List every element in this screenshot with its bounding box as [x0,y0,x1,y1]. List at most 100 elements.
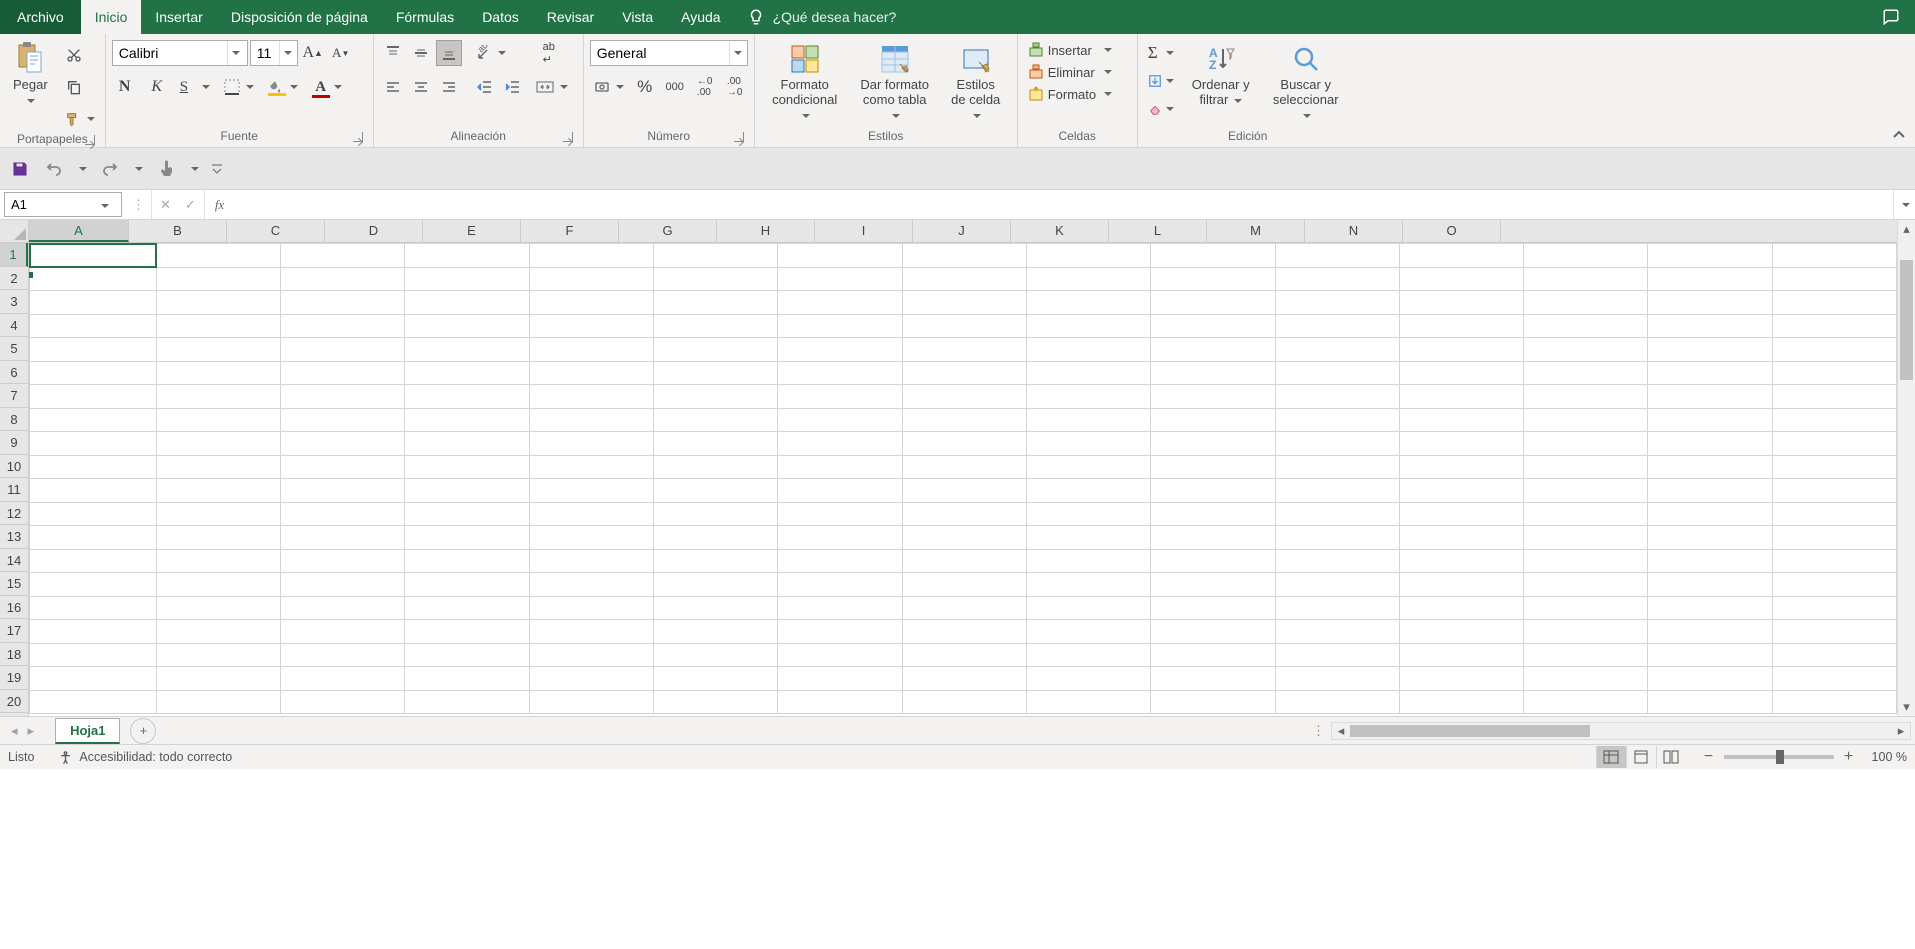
enter-formula-button[interactable]: ✓ [185,197,196,213]
cell[interactable] [654,314,778,338]
accessibility-status[interactable]: Accesibilidad: todo correcto [58,750,232,765]
cell[interactable] [1772,479,1896,503]
cell[interactable] [30,244,157,268]
cell[interactable] [529,479,653,503]
cell[interactable] [156,667,280,691]
cell[interactable] [654,549,778,573]
cell[interactable] [1648,385,1772,409]
cell[interactable] [1524,479,1648,503]
cell[interactable] [156,291,280,315]
cell[interactable] [654,596,778,620]
cell[interactable] [405,385,529,409]
column-header[interactable]: C [227,220,325,242]
cell[interactable] [1026,479,1150,503]
row-header[interactable]: 10 [0,455,28,479]
cell[interactable] [1151,596,1275,620]
cell[interactable] [1275,690,1399,714]
cell[interactable] [1026,385,1150,409]
column-header[interactable]: D [325,220,423,242]
cell[interactable] [1648,549,1772,573]
cell[interactable] [281,291,405,315]
cell[interactable] [902,408,1026,432]
cell[interactable] [529,549,653,573]
cell[interactable] [30,667,157,691]
row-header[interactable]: 19 [0,666,28,690]
font-color-button[interactable]: A [308,74,346,100]
cell[interactable] [1648,291,1772,315]
cell[interactable] [1026,549,1150,573]
cell[interactable] [1151,432,1275,456]
fill-color-button[interactable] [264,74,302,100]
cell[interactable] [281,361,405,385]
cell[interactable] [1151,549,1275,573]
cell[interactable] [778,549,902,573]
cell[interactable] [1524,620,1648,644]
cell[interactable] [30,455,157,479]
cell[interactable] [1275,643,1399,667]
accounting-format-button[interactable] [590,74,628,100]
cell[interactable] [405,361,529,385]
tab-page-layout[interactable]: Disposición de página [217,0,382,34]
cell[interactable] [1151,667,1275,691]
cell[interactable] [1275,408,1399,432]
scroll-down-button[interactable]: ▾ [1898,698,1915,716]
cell[interactable] [156,455,280,479]
increase-font-button[interactable]: A▲ [300,40,326,66]
cell[interactable] [778,455,902,479]
cell[interactable] [1399,549,1523,573]
new-sheet-button[interactable]: + [130,718,156,744]
cell[interactable] [1275,432,1399,456]
cell[interactable] [1151,267,1275,291]
scroll-left-button[interactable]: ◂ [1332,723,1350,739]
cell[interactable] [1399,690,1523,714]
cell[interactable] [156,408,280,432]
cell[interactable] [654,479,778,503]
borders-button[interactable] [220,74,258,100]
cell[interactable] [1524,455,1648,479]
format-cells-button[interactable]: Formato [1024,84,1116,104]
cell[interactable] [1275,244,1399,268]
row-header[interactable]: 4 [0,314,28,338]
zoom-out-button[interactable]: − [1700,748,1718,766]
cell[interactable] [1026,690,1150,714]
cell[interactable] [281,455,405,479]
cell[interactable] [1275,479,1399,503]
cell[interactable] [405,479,529,503]
paste-button[interactable]: Pegar [6,40,55,110]
cell[interactable] [778,291,902,315]
cell[interactable] [1399,620,1523,644]
cell[interactable] [281,314,405,338]
copy-button[interactable] [61,74,87,100]
cell[interactable] [1151,408,1275,432]
cell[interactable] [1648,314,1772,338]
column-header[interactable]: I [815,220,913,242]
delete-cells-button[interactable]: Eliminar [1024,62,1116,82]
cell[interactable] [654,244,778,268]
cell[interactable] [281,338,405,362]
cell[interactable] [405,526,529,550]
cell[interactable] [156,432,280,456]
number-format-combo[interactable] [590,40,748,66]
cell[interactable] [1026,502,1150,526]
cell[interactable] [281,267,405,291]
cell[interactable] [1275,502,1399,526]
cell[interactable] [281,690,405,714]
cell[interactable] [902,361,1026,385]
cell[interactable] [405,267,529,291]
expand-formula-bar-button[interactable] [1893,190,1915,219]
cell[interactable] [1026,244,1150,268]
cell[interactable] [1648,432,1772,456]
cell[interactable] [902,526,1026,550]
cell[interactable] [1648,267,1772,291]
cell[interactable] [1399,338,1523,362]
cell[interactable] [1524,291,1648,315]
tab-home[interactable]: Inicio [81,0,142,34]
cell[interactable] [405,620,529,644]
cell[interactable] [405,291,529,315]
cell[interactable] [654,502,778,526]
cell[interactable] [1275,667,1399,691]
undo-dropdown[interactable] [76,157,88,181]
horizontal-scrollbar[interactable]: ◂ ▸ [1331,722,1911,740]
align-right-button[interactable] [436,74,462,100]
cell[interactable] [1026,573,1150,597]
